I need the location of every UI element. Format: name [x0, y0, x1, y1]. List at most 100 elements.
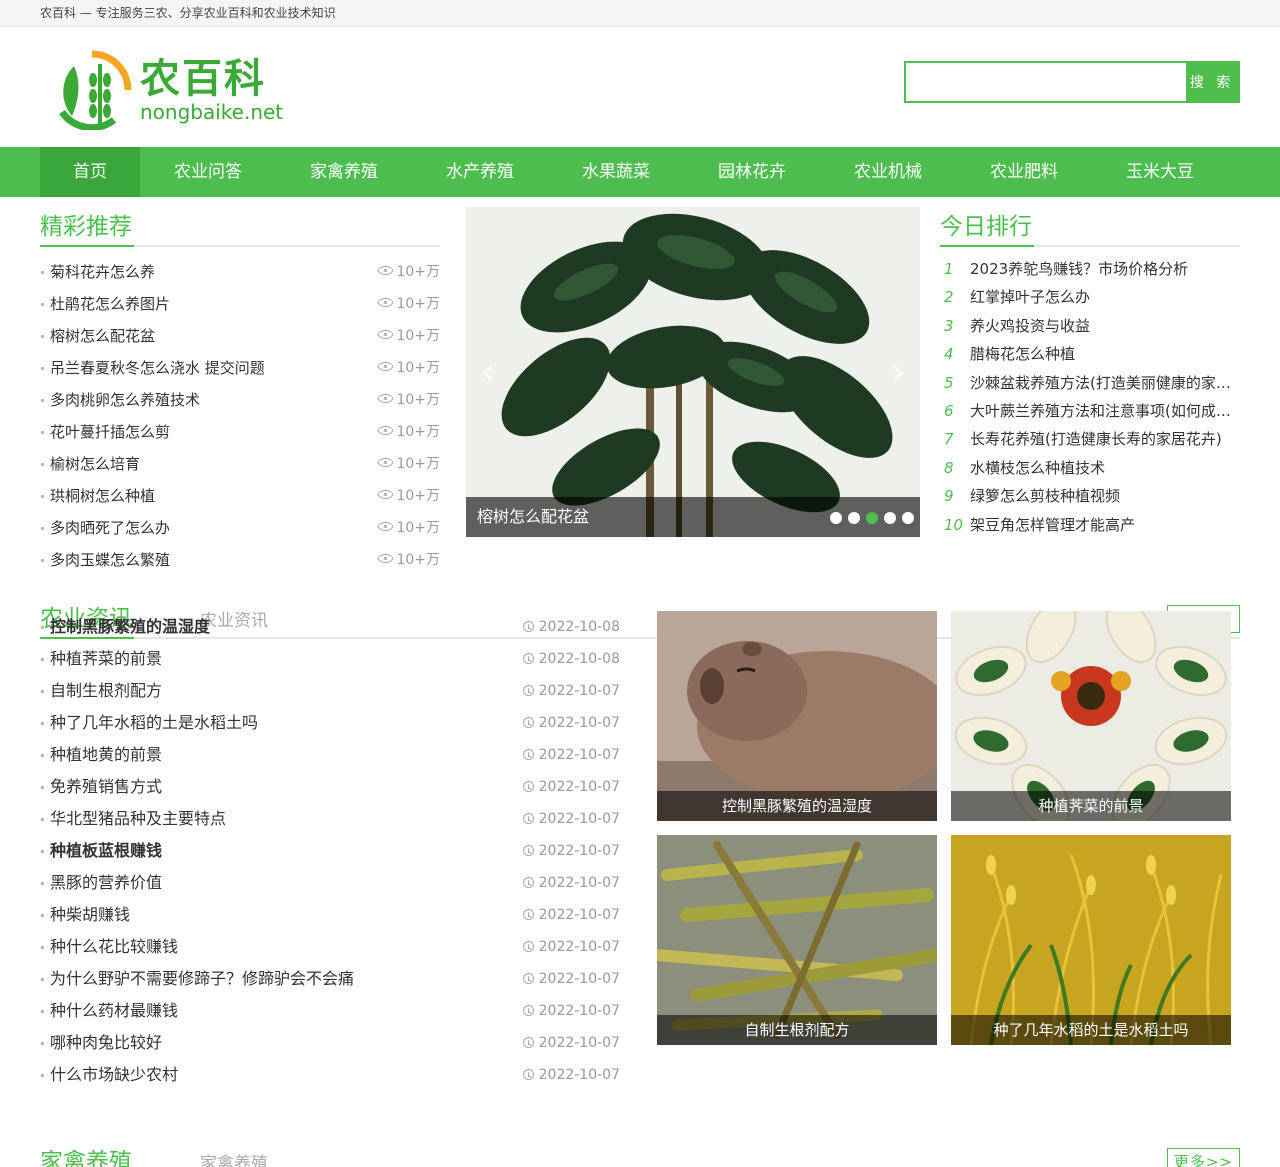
recommend-item-title[interactable]: 吊兰春夏秋冬怎么浇水 提交问题 — [50, 359, 265, 377]
news-item[interactable]: 种植荠菜的前景 2022-10-08 — [40, 643, 620, 675]
logo-domain: nongbaike.net — [140, 99, 284, 124]
recommend-item-title[interactable]: 菊科花卉怎么养 — [50, 263, 155, 281]
news-item-title[interactable]: 种植板蓝根赚钱 — [50, 841, 162, 860]
recommend-item[interactable]: 多肉玉蝶怎么繁殖 10+万 — [40, 544, 440, 576]
poultry-subtab[interactable]: 家禽养殖 — [200, 1149, 268, 1167]
ranking-item[interactable]: 1 2023养鸵鸟赚钱？市场价格分析 — [940, 255, 1240, 283]
news-item[interactable]: 种植地黄的前景 2022-10-07 — [40, 739, 620, 771]
news-item-title[interactable]: 种柴胡赚钱 — [50, 905, 130, 924]
ranking-item[interactable]: 8 水横枝怎么种植技术 — [940, 454, 1240, 482]
nav-item[interactable]: 水果蔬菜 — [548, 147, 684, 197]
news-date-value: 2022-10-07 — [538, 715, 620, 731]
news-tile[interactable]: 控制黑豚繁殖的温湿度 — [657, 611, 937, 821]
search-input[interactable] — [906, 63, 1186, 101]
nav-item[interactable]: 农业机械 — [820, 147, 956, 197]
nav-item[interactable]: 农业肥料 — [956, 147, 1092, 197]
recommend-item-title[interactable]: 多肉玉蝶怎么繁殖 — [50, 551, 170, 569]
ranking-item[interactable]: 6 大叶蕨兰养殖方法和注意事项(如何成功养护) — [940, 397, 1240, 425]
slider-dot[interactable] — [902, 512, 914, 524]
ranking-item-title[interactable]: 架豆角怎样管理才能高产 — [970, 516, 1135, 534]
news-item-title[interactable]: 黑豚的营养价值 — [50, 873, 162, 892]
news-item-title[interactable]: 为什么野驴不需要修蹄子？修蹄驴会不会痛 — [50, 969, 354, 988]
recommend-item[interactable]: 吊兰春夏秋冬怎么浇水 提交问题 10+万 — [40, 352, 440, 384]
slider-dot-active[interactable] — [866, 512, 878, 524]
ranking-item[interactable]: 9 绿箩怎么剪枝种植视频 — [940, 482, 1240, 510]
news-item[interactable]: 种柴胡赚钱 2022-10-07 — [40, 899, 620, 931]
recommend-item[interactable]: 杜鹃花怎么养图片 10+万 — [40, 288, 440, 320]
recommend-item[interactable]: 花叶蔓扦插怎么剪 10+万 — [40, 416, 440, 448]
news-item[interactable]: 种什么药材最赚钱 2022-10-07 — [40, 995, 620, 1027]
slider-dot[interactable] — [830, 512, 842, 524]
ranking-item-title[interactable]: 沙棘盆栽养殖方法(打造美丽健康的家居绿植) — [970, 374, 1240, 392]
news-item[interactable]: 黑豚的营养价值 2022-10-07 — [40, 867, 620, 899]
news-item[interactable]: 华北型猪品种及主要特点 2022-10-07 — [40, 803, 620, 835]
ranking-item-title[interactable]: 绿箩怎么剪枝种植视频 — [970, 487, 1120, 505]
poultry-title: 家禽养殖 — [40, 1144, 134, 1167]
ranking-item-title[interactable]: 红掌掉叶子怎么办 — [970, 288, 1090, 306]
slider-next-icon[interactable]: › — [890, 352, 906, 392]
recommend-item-title[interactable]: 多肉桃卵怎么养殖技术 — [50, 391, 200, 409]
news-tile[interactable]: 种了几年水稻的土是水稻土吗 — [951, 835, 1231, 1045]
news-item-title[interactable]: 哪种肉兔比较好 — [50, 1033, 162, 1052]
recommend-item[interactable]: 多肉晒死了怎么办 10+万 — [40, 512, 440, 544]
nav-item[interactable]: 园林花卉 — [684, 147, 820, 197]
news-item-title[interactable]: 种植地黄的前景 — [50, 745, 162, 764]
news-item-title[interactable]: 免养殖销售方式 — [50, 777, 162, 796]
ranking-item-title[interactable]: 大叶蕨兰养殖方法和注意事项(如何成功养护) — [970, 402, 1240, 420]
nav-item[interactable]: 水产养殖 — [412, 147, 548, 197]
news-item-title[interactable]: 种植荠菜的前景 — [50, 649, 162, 668]
recommend-item[interactable]: 珙桐树怎么种植 10+万 — [40, 480, 440, 512]
search-button[interactable]: 搜 索 — [1186, 63, 1238, 101]
ranking-item-title[interactable]: 水横枝怎么种植技术 — [970, 459, 1105, 477]
news-tile[interactable]: 种植荠菜的前景 — [951, 611, 1231, 821]
news-item-title[interactable]: 控制黑豚繁殖的温湿度 — [50, 617, 210, 636]
news-item[interactable]: 免养殖销售方式 2022-10-07 — [40, 771, 620, 803]
news-item[interactable]: 自制生根剂配方 2022-10-07 — [40, 675, 620, 707]
news-item[interactable]: 种什么花比较赚钱 2022-10-07 — [40, 931, 620, 963]
recommend-item[interactable]: 榕树怎么配花盆 10+万 — [40, 320, 440, 352]
news-item-title[interactable]: 种了几年水稻的土是水稻土吗 — [50, 713, 258, 732]
recommend-item[interactable]: 多肉桃卵怎么养殖技术 10+万 — [40, 384, 440, 416]
ranking-item-title[interactable]: 养火鸡投资与收益 — [970, 317, 1090, 335]
recommend-item-title[interactable]: 多肉晒死了怎么办 — [50, 519, 170, 537]
ranking-item[interactable]: 10 架豆角怎样管理才能高产 — [940, 511, 1240, 539]
news-item[interactable]: 哪种肉兔比较好 2022-10-07 — [40, 1027, 620, 1059]
ranking-item-title[interactable]: 2023养鸵鸟赚钱？市场价格分析 — [970, 260, 1188, 278]
slider-dot[interactable] — [884, 512, 896, 524]
poultry-more-link[interactable]: 更多>> — [1166, 1148, 1240, 1167]
news-tile[interactable]: 自制生根剂配方 — [657, 835, 937, 1045]
image-slider[interactable]: ‹ › 榕树怎么配花盆 — [466, 207, 920, 537]
nav-item[interactable]: 家禽养殖 — [276, 147, 412, 197]
slider-dot[interactable] — [848, 512, 860, 524]
recommend-item-title[interactable]: 花叶蔓扦插怎么剪 — [50, 423, 170, 441]
news-item-title[interactable]: 种什么药材最赚钱 — [50, 1001, 178, 1020]
news-item[interactable]: 为什么野驴不需要修蹄子？修蹄驴会不会痛 2022-10-07 — [40, 963, 620, 995]
nav-item[interactable]: 首页 — [40, 147, 140, 197]
ranking-item[interactable]: 7 长寿花养殖(打造健康长寿的家居花卉) — [940, 425, 1240, 453]
news-item-title[interactable]: 种什么花比较赚钱 — [50, 937, 178, 956]
recommend-item-title[interactable]: 榆树怎么培育 — [50, 455, 140, 473]
nav-item[interactable]: 农业问答 — [140, 147, 276, 197]
news-item[interactable]: 种了几年水稻的土是水稻土吗 2022-10-07 — [40, 707, 620, 739]
recommend-item-title[interactable]: 杜鹃花怎么养图片 — [50, 295, 170, 313]
ranking-item[interactable]: 4 腊梅花怎么种植 — [940, 340, 1240, 368]
news-item-title[interactable]: 自制生根剂配方 — [50, 681, 162, 700]
ranking-item[interactable]: 5 沙棘盆栽养殖方法(打造美丽健康的家居绿植) — [940, 369, 1240, 397]
ranking-item[interactable]: 3 养火鸡投资与收益 — [940, 312, 1240, 340]
news-item-title[interactable]: 华北型猪品种及主要特点 — [50, 809, 226, 828]
ranking-item-title[interactable]: 长寿花养殖(打造健康长寿的家居花卉) — [970, 430, 1222, 448]
recommend-item[interactable]: 榆树怎么培育 10+万 — [40, 448, 440, 480]
recommend-item-title[interactable]: 珙桐树怎么种植 — [50, 487, 155, 505]
nav-item[interactable]: 玉米大豆 — [1092, 147, 1228, 197]
recommend-item[interactable]: 菊科花卉怎么养 10+万 — [40, 256, 440, 288]
news-item[interactable]: 什么市场缺少农村 2022-10-07 — [40, 1059, 620, 1091]
news-item[interactable]: 控制黑豚繁殖的温湿度 2022-10-08 — [40, 611, 620, 643]
news-item[interactable]: 种植板蓝根赚钱 2022-10-07 — [40, 835, 620, 867]
recommend-item-title[interactable]: 榕树怎么配花盆 — [50, 327, 155, 345]
view-count-value: 10+万 — [396, 328, 440, 344]
news-item-title[interactable]: 什么市场缺少农村 — [50, 1065, 178, 1084]
site-logo[interactable]: 农百科 nongbaike.net — [52, 47, 292, 132]
slider-prev-icon[interactable]: ‹ — [480, 352, 496, 392]
ranking-item-title[interactable]: 腊梅花怎么种植 — [970, 345, 1075, 363]
ranking-item[interactable]: 2 红掌掉叶子怎么办 — [940, 283, 1240, 311]
